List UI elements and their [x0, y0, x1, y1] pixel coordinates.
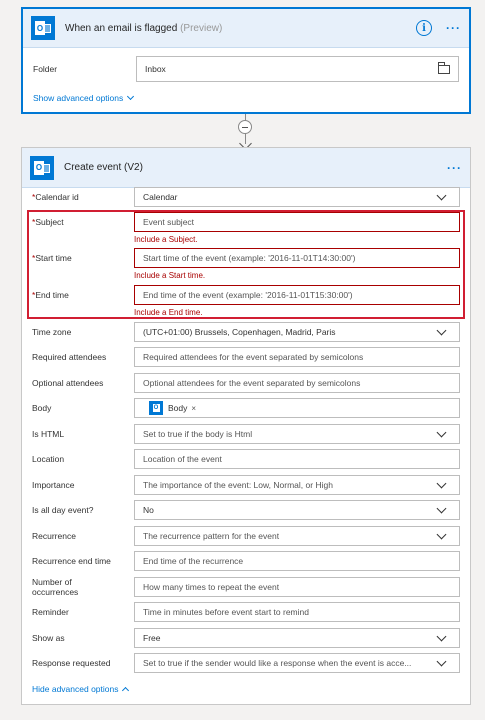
recurrence-end-label: Recurrence end time: [32, 556, 111, 566]
calendar-id-label: *Calendar id: [32, 192, 79, 202]
occurrences-input[interactable]: How many times to repeat the event: [134, 577, 460, 597]
recurrence-select[interactable]: The recurrence pattern for the event: [134, 526, 460, 546]
time-zone-select[interactable]: (UTC+01:00) Brussels, Copenhagen, Madrid…: [134, 322, 460, 342]
end-time-error: Include a End time.: [134, 308, 203, 317]
folder-label: Folder: [33, 64, 58, 74]
required-attendees-label: Required attendees: [32, 352, 107, 362]
show-as-label: Show as: [32, 633, 65, 643]
trigger-card: O When an email is flagged (Preview) i ·…: [21, 7, 471, 114]
recurrence-row: Recurrence The recurrence pattern for th…: [32, 526, 460, 546]
calendar-id-select[interactable]: Calendar: [134, 187, 460, 207]
hide-advanced-options-link[interactable]: Hide advanced options: [32, 684, 130, 695]
is-html-select[interactable]: Set to true if the body is Html: [134, 424, 460, 444]
chevron-down-icon: [127, 92, 135, 101]
end-time-input[interactable]: End time of the event (example: '2016-11…: [134, 285, 460, 305]
outlook-icon: O: [31, 16, 55, 40]
insert-step-button[interactable]: [238, 120, 252, 134]
recurrence-end-input[interactable]: End time of the recurrence: [134, 551, 460, 571]
all-day-select[interactable]: No: [134, 500, 460, 520]
optional-attendees-input[interactable]: Optional attendees for the event separat…: [134, 373, 460, 393]
info-icon[interactable]: i: [416, 20, 432, 36]
recurrence-end-row: Recurrence end time End time of the recu…: [32, 551, 460, 571]
all-day-label: Is all day event?: [32, 505, 94, 515]
recurrence-label: Recurrence: [32, 531, 76, 541]
body-token[interactable]: O Body ×: [149, 401, 197, 415]
trigger-title: When an email is flagged (Preview): [65, 22, 223, 34]
body-input[interactable]: O Body ×: [134, 398, 460, 418]
folder-row: Folder Inbox: [33, 56, 459, 82]
location-input[interactable]: Location of the event: [134, 449, 460, 469]
start-time-label: *Start time: [32, 253, 72, 263]
is-html-label: Is HTML: [32, 429, 65, 439]
chevron-down-icon: [436, 325, 447, 335]
chevron-down-icon: [436, 529, 447, 539]
chevron-down-icon: [436, 427, 447, 437]
chevron-down-icon: [436, 656, 447, 666]
subject-row: *Subject Event subject Include a Subject…: [32, 212, 460, 244]
location-label: Location: [32, 454, 65, 464]
outlook-icon: O: [149, 401, 163, 415]
folder-field[interactable]: Inbox: [136, 56, 459, 82]
end-time-row: *End time End time of the event (example…: [32, 285, 460, 317]
importance-row: Importance The importance of the event: …: [32, 475, 460, 495]
time-zone-label: Time zone: [32, 327, 72, 337]
occurrences-row: Number of occurrences How many times to …: [32, 577, 460, 597]
response-requested-row: Response requested Set to true if the se…: [32, 653, 460, 673]
show-as-select[interactable]: Free: [134, 628, 460, 648]
folder-value: Inbox: [145, 64, 166, 74]
reminder-input[interactable]: Time in minutes before event start to re…: [134, 602, 460, 622]
body-row: Body O Body ×: [32, 398, 460, 418]
chevron-down-icon: [436, 478, 447, 488]
reminder-row: Reminder Time in minutes before event st…: [32, 602, 460, 622]
show-as-row: Show as Free: [32, 628, 460, 648]
subject-error: Include a Subject.: [134, 235, 198, 244]
subject-input[interactable]: Event subject: [134, 212, 460, 232]
body-label: Body: [32, 403, 52, 413]
start-time-input[interactable]: Start time of the event (example: '2016-…: [134, 248, 460, 268]
chevron-down-icon: [436, 631, 447, 641]
preview-tag: (Preview): [180, 22, 223, 34]
importance-select[interactable]: The importance of the event: Low, Normal…: [134, 475, 460, 495]
occurrences-label: Number of occurrences: [32, 577, 79, 597]
remove-token-icon[interactable]: ×: [191, 404, 196, 413]
outlook-icon: O: [30, 155, 54, 180]
response-requested-select[interactable]: Set to true if the sender would like a r…: [134, 653, 460, 673]
chevron-down-icon: [436, 190, 447, 200]
is-html-row: Is HTML Set to true if the body is Html: [32, 424, 460, 444]
action-header[interactable]: O Create event (V2) ···: [22, 148, 470, 188]
optional-attendees-row: Optional attendees Optional attendees fo…: [32, 373, 460, 393]
more-options-icon[interactable]: ···: [446, 21, 461, 35]
importance-label: Importance: [32, 480, 75, 490]
show-advanced-options-link[interactable]: Show advanced options: [33, 92, 135, 103]
chevron-down-icon: [436, 503, 447, 513]
subject-label: *Subject: [32, 217, 64, 227]
start-time-row: *Start time Start time of the event (exa…: [32, 248, 460, 280]
reminder-label: Reminder: [32, 607, 69, 617]
location-row: Location Location of the event: [32, 449, 460, 469]
action-card: O Create event (V2) ··· *Calendar id Cal…: [21, 147, 471, 705]
optional-attendees-label: Optional attendees: [32, 378, 104, 388]
time-zone-row: Time zone (UTC+01:00) Brussels, Copenhag…: [32, 322, 460, 342]
trigger-header[interactable]: O When an email is flagged (Preview) i ·…: [23, 9, 469, 48]
response-requested-label: Response requested: [32, 658, 111, 668]
required-attendees-row: Required attendees Required attendees fo…: [32, 347, 460, 367]
required-attendees-input[interactable]: Required attendees for the event separat…: [134, 347, 460, 367]
start-time-error: Include a Start time.: [134, 271, 206, 280]
folder-icon[interactable]: [438, 61, 450, 74]
end-time-label: *End time: [32, 290, 69, 300]
action-title: Create event (V2): [64, 162, 143, 173]
chevron-up-icon: [122, 686, 130, 695]
all-day-row: Is all day event? No: [32, 500, 460, 520]
more-options-icon[interactable]: ···: [447, 161, 462, 175]
calendar-id-row: *Calendar id Calendar: [32, 187, 460, 207]
